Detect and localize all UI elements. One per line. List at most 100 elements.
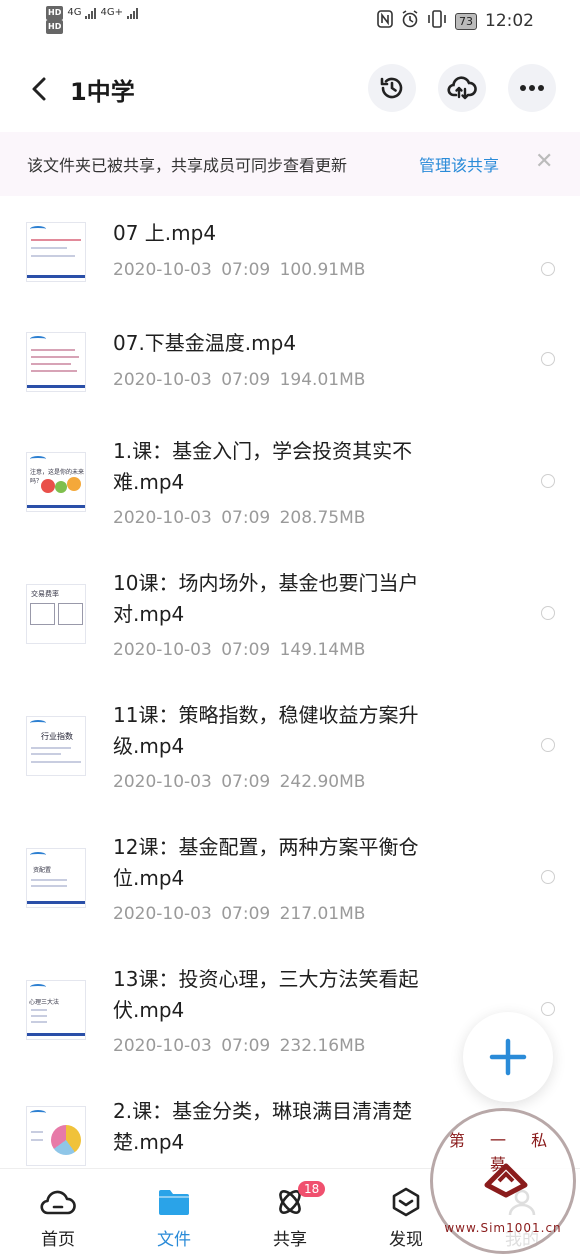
file-time: 07:09 [221, 640, 271, 660]
watermark-seal: 第 一 私 募 www.Sim1001.cn [430, 1108, 576, 1254]
select-radio[interactable] [541, 870, 555, 884]
cloud-home-icon [40, 1190, 76, 1215]
select-radio[interactable] [541, 474, 555, 488]
battery-indicator: 73 [455, 12, 477, 30]
share-notice-text: 该文件夹已被共享，共享成员可同步查看更新 [27, 156, 348, 175]
back-button[interactable] [26, 72, 54, 106]
file-meta: 2020-10-03 07:09 149.14MB [113, 640, 365, 660]
nfc-icon [377, 10, 393, 32]
file-time: 07:09 [221, 260, 271, 280]
back-arrow-icon [32, 77, 46, 101]
nav-home[interactable]: 首页 [18, 1187, 98, 1250]
signal-icon-2 [126, 7, 138, 19]
file-item[interactable]: 行业指数 11课：策略指数，稳健收益方案升级.mp4 2020-10-03 07… [0, 694, 580, 816]
file-time: 07:09 [221, 904, 271, 924]
file-size: 149.14MB [279, 640, 366, 660]
signal-icon-1 [85, 7, 97, 19]
file-size: 194.01MB [279, 370, 366, 390]
file-meta: 2020-10-03 07:09 100.91MB [113, 260, 365, 280]
manage-share-link[interactable]: 管理该共享 [419, 152, 499, 176]
network-indicators: HD 4G 4G+ HD [46, 6, 138, 34]
close-banner-icon[interactable]: ✕ [535, 150, 553, 174]
file-meta: 2020-10-03 07:09 242.90MB [113, 772, 365, 792]
nav-home-label: 首页 [41, 1230, 75, 1250]
file-thumbnail: 交易费率 [26, 584, 86, 644]
file-time: 07:09 [221, 508, 271, 528]
more-options-button[interactable] [508, 64, 556, 112]
file-size: 242.90MB [279, 772, 366, 792]
cloud-sync-button[interactable] [438, 64, 486, 112]
file-name: 07 上.mp4 [113, 221, 217, 245]
file-date: 2020-10-03 [113, 904, 212, 924]
hd-badge-bottom: HD [46, 20, 64, 34]
file-time: 07:09 [221, 772, 271, 792]
discover-cube-icon [392, 1187, 420, 1217]
file-time: 07:09 [221, 370, 271, 390]
file-thumbnail [26, 1106, 86, 1166]
file-name: 2.课：基金分类，琳琅满目清清楚楚.mp4 [113, 1099, 413, 1154]
status-icons: 73 12:02 [377, 10, 534, 32]
plus-icon [489, 1038, 527, 1076]
select-radio[interactable] [541, 352, 555, 366]
nav-files[interactable]: 文件 [134, 1187, 214, 1250]
file-meta: 2020-10-03 07:09 208.75MB [113, 508, 365, 528]
cloud-transfer-icon [447, 76, 477, 100]
alarm-icon [401, 10, 419, 32]
file-size: 217.01MB [279, 904, 366, 924]
file-item[interactable]: 资配置 12课：基金配置，两种方案平衡仓位.mp4 2020-10-03 07:… [0, 826, 580, 948]
file-item[interactable]: 注意，这是你的未来吗？ 1.课：基金入门，学会投资其实不难.mp4 2020-1… [0, 430, 580, 552]
watermark-logo-icon [484, 1163, 528, 1198]
file-item[interactable]: 07 上.mp4 2020-10-03 07:09 100.91MB [0, 210, 580, 312]
select-radio[interactable] [541, 738, 555, 752]
file-date: 2020-10-03 [113, 260, 212, 280]
file-date: 2020-10-03 [113, 772, 212, 792]
file-name: 12课：基金配置，两种方案平衡仓位.mp4 [113, 835, 419, 890]
file-date: 2020-10-03 [113, 1036, 212, 1056]
file-thumbnail: 行业指数 [26, 716, 86, 776]
history-icon [380, 77, 403, 99]
net-label-2: 4G+ [100, 7, 123, 18]
clock: 12:02 [485, 11, 534, 31]
page-title: 1中学 [70, 78, 135, 106]
file-item[interactable]: 交易费率 10课：场内场外，基金也要门当户对.mp4 2020-10-03 07… [0, 562, 580, 684]
top-app-bar: 1中学 [0, 58, 580, 120]
file-name: 10课：场内场外，基金也要门当户对.mp4 [113, 571, 419, 626]
vibrate-icon [427, 10, 447, 32]
share-notice-banner: 该文件夹已被共享，共享成员可同步查看更新 管理该共享 ✕ [0, 132, 580, 196]
select-radio[interactable] [541, 262, 555, 276]
file-date: 2020-10-03 [113, 640, 212, 660]
add-fab-button[interactable] [463, 1012, 553, 1102]
share-count-badge: 18 [298, 1181, 326, 1197]
nav-share-label: 共享 [273, 1230, 307, 1250]
nav-share[interactable]: 18 共享 [250, 1181, 330, 1250]
select-radio[interactable] [541, 1002, 555, 1016]
folder-icon [159, 1190, 189, 1215]
file-name: 1.课：基金入门，学会投资其实不难.mp4 [113, 439, 413, 494]
file-meta: 2020-10-03 07:09 194.01MB [113, 370, 365, 390]
file-thumbnail [26, 332, 86, 392]
file-meta: 2020-10-03 07:09 217.01MB [113, 904, 365, 924]
file-date: 2020-10-03 [113, 370, 212, 390]
file-size: 232.16MB [279, 1036, 366, 1056]
file-thumbnail: 心理三大法 [26, 980, 86, 1040]
file-thumbnail: 注意，这是你的未来吗？ [26, 452, 86, 512]
file-name: 11课：策略指数，稳健收益方案升级.mp4 [113, 703, 419, 758]
file-name: 07.下基金温度.mp4 [113, 331, 297, 355]
file-thumbnail: 资配置 [26, 848, 86, 908]
file-date: 2020-10-03 [113, 508, 212, 528]
hd-badge-top: HD [46, 6, 64, 20]
file-size: 100.91MB [279, 260, 366, 280]
file-time: 07:09 [221, 1036, 271, 1056]
more-dots-icon [520, 85, 544, 91]
net-label-1: 4G [67, 7, 82, 18]
file-item[interactable]: 07.下基金温度.mp4 2020-10-03 07:09 194.01MB [0, 320, 580, 422]
nav-files-label: 文件 [157, 1230, 191, 1250]
file-name: 13课：投资心理，三大方法笑看起伏.mp4 [113, 967, 419, 1022]
file-size: 208.75MB [279, 508, 366, 528]
file-thumbnail [26, 222, 86, 282]
status-bar: HD 4G 4G+ HD 73 12:02 [0, 0, 580, 44]
watermark-bottom-text: www.Sim1001.cn [444, 1221, 562, 1235]
select-radio[interactable] [541, 606, 555, 620]
history-button[interactable] [368, 64, 416, 112]
file-meta: 2020-10-03 07:09 232.16MB [113, 1036, 365, 1056]
